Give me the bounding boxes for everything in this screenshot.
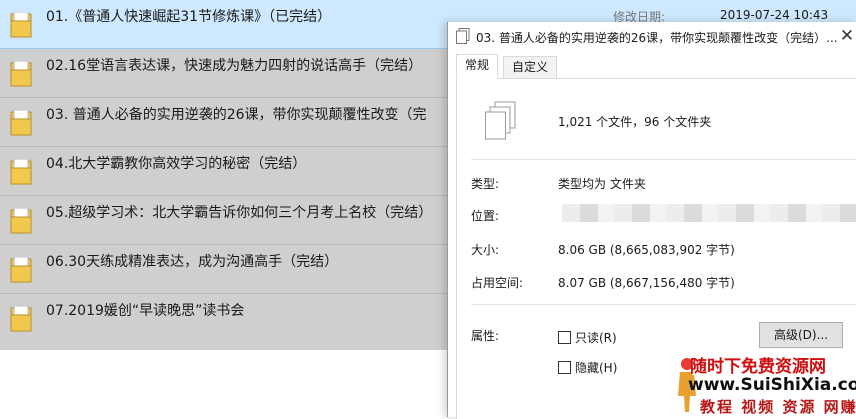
advanced-button[interactable]: 高级(D)... (759, 322, 843, 348)
folder-icon (10, 110, 32, 136)
folder-icon (10, 12, 32, 38)
disk-size-value: 8.07 GB (8,667,156,480 字节) (558, 276, 735, 290)
file-name: 07.2019媛创“早读晚思”读书会 (46, 303, 245, 319)
size-label: 大小: (471, 243, 500, 257)
file-name: 03. 普通人必备的实用逆袭的26课，带你实现颠覆性改变（完 (46, 107, 427, 123)
file-name: 02.16堂语言表达课，快速成为魅力四射的说话高手（完结） (46, 58, 423, 74)
multiple-files-icon (485, 101, 516, 140)
disk-size-label: 占用空间: (471, 276, 524, 290)
folder-icon (10, 306, 32, 332)
file-name: 04.北大学霸教你高效学习的秘密（完结） (46, 156, 307, 172)
close-button[interactable]: ✕ (838, 24, 856, 48)
location-label: 位置: (471, 209, 500, 223)
tab-custom[interactable]: 自定义 (503, 56, 558, 78)
watermark-url: www.SuiShiXia.com (688, 375, 856, 395)
size-value: 8.06 GB (8,665,083,902 字节) (558, 243, 735, 257)
dialog-titlebar[interactable]: 03. 普通人必备的实用逆袭的26课，带你实现颠覆性改变（完结）... ✕ (448, 22, 856, 52)
folder-icon (10, 257, 32, 283)
file-name: 05.超级学习术：北大学霸告诉你如何三个月考上名校（完结） (46, 205, 433, 221)
divider (471, 159, 856, 160)
watermark-title: 随时下免费资源网 (690, 357, 826, 377)
tab-general[interactable]: 常规 (456, 54, 499, 79)
watermark-tagline: 教程 视频 资源 网赚 (700, 398, 856, 416)
folder-icon (10, 208, 32, 234)
dialog-tabs: 常规 自定义 (448, 54, 856, 79)
type-value: 类型均为 文件夹 (558, 177, 646, 191)
checkbox-box[interactable] (558, 361, 571, 374)
watermark: 随时下免费资源网 www.SuiShiXia.com 教程 视频 资源 网赚 (676, 352, 856, 417)
dialog-title: 03. 普通人必备的实用逆袭的26课，带你实现颠覆性改变（完结）... (476, 31, 838, 45)
type-label: 类型: (471, 177, 500, 191)
divider (471, 304, 856, 305)
attributes-label: 属性: (471, 329, 500, 343)
hidden-checkbox[interactable]: 隐藏(H) (558, 359, 617, 376)
content-summary: 1,021 个文件，96 个文件夹 (558, 115, 712, 129)
folder-icon (10, 159, 32, 185)
readonly-checkbox[interactable]: 只读(R) (558, 329, 617, 346)
folder-icon (10, 61, 32, 87)
document-icon (456, 28, 470, 44)
checkbox-box[interactable] (558, 331, 571, 344)
location-value-redacted (562, 204, 856, 222)
file-name: 01.《普通人快速崛起31节修炼课》（已完结） (46, 9, 332, 25)
file-name: 06.30天练成精准表达，成为沟通高手（完结） (46, 254, 339, 270)
